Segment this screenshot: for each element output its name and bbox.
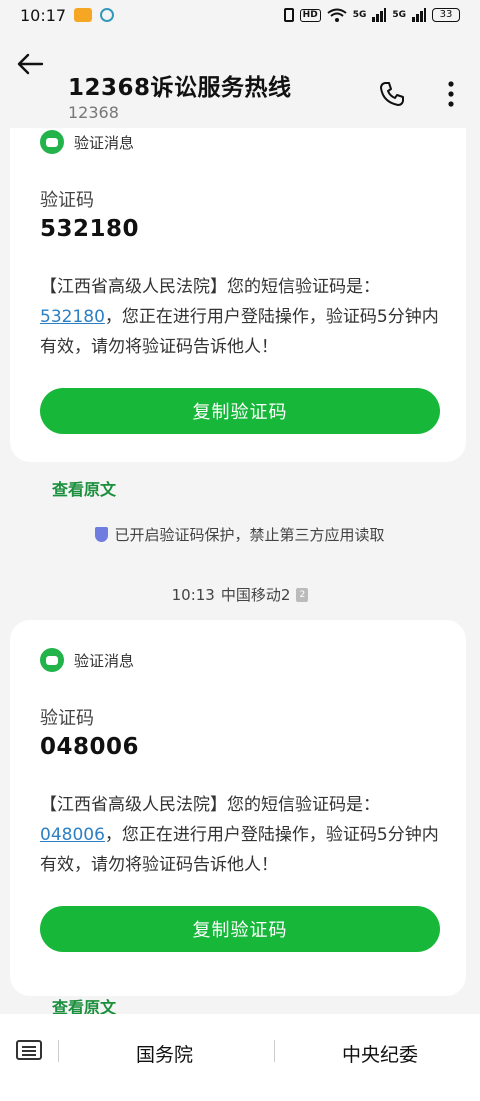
menu-divider: [274, 1040, 275, 1062]
hd-icon: HD: [299, 8, 321, 22]
menu-item-state-council[interactable]: 国务院: [136, 1040, 193, 1067]
notice-text: 已开启验证码保护，禁止第三方应用读取: [114, 526, 385, 544]
shield-icon: [95, 527, 109, 542]
more-options-icon[interactable]: [444, 80, 458, 108]
status-bar: 10:17 HD 5G 5G 33: [0, 0, 480, 30]
timestamp-time: 10:13: [171, 585, 215, 604]
back-arrow-icon[interactable]: [16, 50, 44, 78]
message-bubble-icon: [40, 648, 64, 672]
message-bubble-icon: [40, 130, 64, 154]
message-card: 验证消息 验证码 532180 【江西省高级人民法院】您的短信验证码是： 5321…: [10, 128, 466, 462]
vibrate-icon: [283, 8, 294, 22]
message-code-link[interactable]: 532180: [40, 307, 105, 327]
signal-1-label: 5G: [352, 10, 367, 20]
code-label: 验证码: [40, 708, 94, 729]
signal-1-icon: [372, 8, 387, 22]
code-protection-notice: 已开启验证码保护，禁止第三方应用读取: [0, 524, 480, 545]
message-code-link[interactable]: 048006: [40, 825, 105, 845]
signal-2-label: 5G: [392, 10, 406, 20]
status-left: 10:17: [20, 5, 115, 25]
battery-icon: 33: [432, 8, 460, 22]
message-tag: 验证消息: [40, 130, 134, 154]
copy-code-button[interactable]: 复制验证码: [40, 906, 440, 952]
timestamp-carrier: 中国移动2: [220, 586, 291, 604]
conversation-title: 12368诉讼服务热线: [68, 75, 292, 101]
message-text-prefix: 【江西省高级人民法院】您的短信验证码是：: [40, 277, 380, 297]
app-notification-icon: [74, 8, 93, 22]
message-text: 【江西省高级人民法院】您的短信验证码是：048006，您正在进行用户登陆操作，验…: [40, 790, 440, 880]
menu-item-discipline-commission[interactable]: 中央纪委: [342, 1040, 418, 1067]
code-label: 验证码: [40, 190, 94, 211]
signal-2-icon: [412, 8, 426, 22]
menu-divider: [58, 1040, 59, 1062]
wifi-icon: [327, 8, 347, 22]
message-text-prefix: 【江西省高级人民法院】您的短信验证码是：: [40, 795, 380, 815]
status-time: 10:17: [20, 5, 67, 25]
view-original-link[interactable]: 查看原文: [52, 476, 116, 500]
message-tag-label: 验证消息: [74, 133, 135, 152]
chat-notification-icon: [100, 8, 115, 22]
message-timestamp: 10:13 中国移动2 2: [0, 584, 480, 605]
message-tag: 验证消息: [40, 648, 134, 672]
message-card: 验证消息 验证码 048006 【江西省高级人民法院】您的短信验证码是： 0480…: [10, 620, 466, 996]
phone-icon[interactable]: [378, 80, 406, 108]
verification-code[interactable]: 532180: [40, 216, 139, 242]
message-text: 【江西省高级人民法院】您的短信验证码是：532180，您正在进行用户登陆操作，验…: [40, 272, 440, 362]
sim-card-icon: 2: [296, 587, 309, 602]
keyboard-icon[interactable]: [16, 1040, 42, 1060]
bottom-menu-bar: 国务院 中央纪委: [0, 1014, 480, 1101]
conversation-number: 12368: [68, 103, 119, 122]
copy-code-button[interactable]: 复制验证码: [40, 388, 440, 434]
status-right: HD 5G 5G 33: [283, 8, 460, 22]
verification-code[interactable]: 048006: [40, 734, 139, 760]
message-tag-label: 验证消息: [74, 651, 135, 670]
